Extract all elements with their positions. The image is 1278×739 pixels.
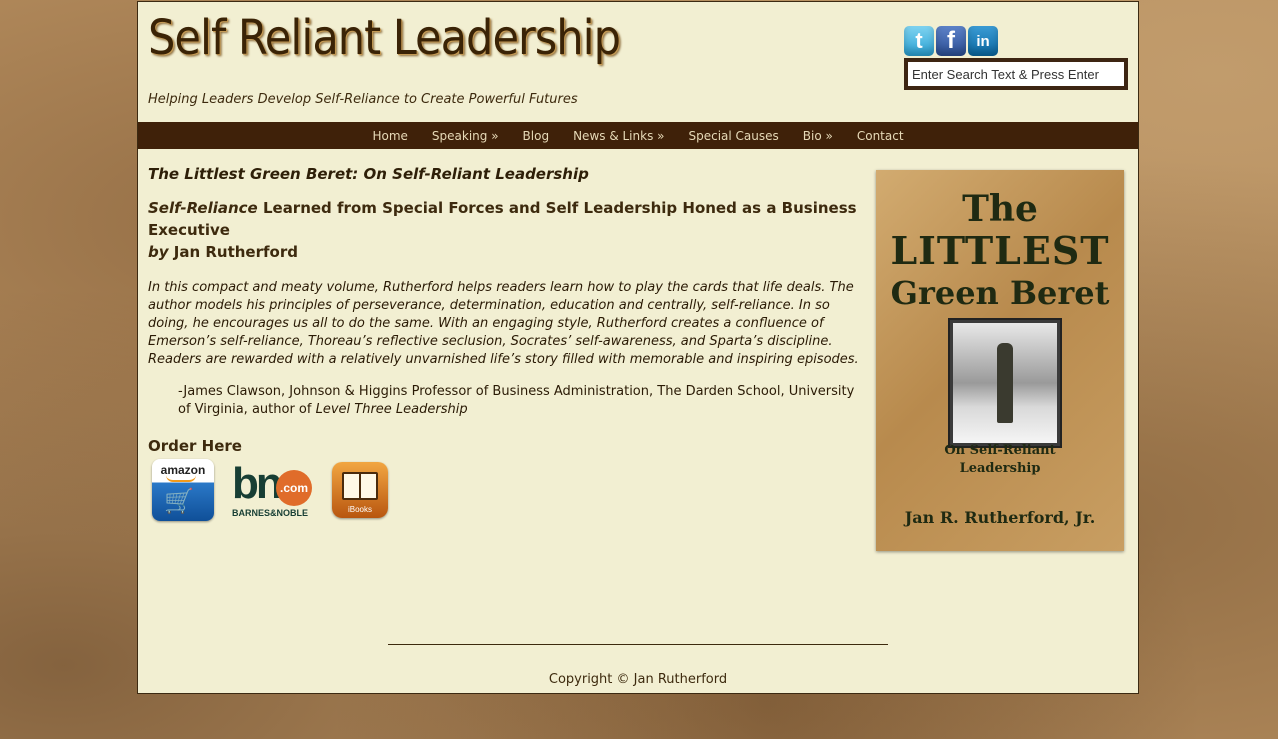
linkedin-icon[interactable]: in <box>968 26 998 56</box>
amazon-smile-icon <box>166 475 196 482</box>
bn-logo-letters: bn <box>232 459 283 508</box>
site-title[interactable]: Self Reliant Leadership <box>148 10 621 66</box>
bn-dotcom-badge: .com <box>276 470 312 506</box>
cover-author: Jan R. Rutherford, Jr. <box>904 508 1096 527</box>
twitter-icon[interactable]: t <box>904 26 934 56</box>
cover-sub-line1: On Self-Reliant <box>944 443 1056 458</box>
copyright-text: Copyright © Jan Rutherford <box>548 672 728 687</box>
book-cover[interactable]: The LITTLEST Green Beret On Self-Reliant… <box>876 170 1124 551</box>
cover-sub-line2: Leadership <box>959 461 1041 476</box>
quote-attribution: -James Clawson, Johnson & Higgins Profes… <box>178 383 860 419</box>
book-icon <box>342 472 378 500</box>
subtitle-italic: Self-Reliance <box>148 199 258 217</box>
nav-item-special-causes[interactable]: Special Causes <box>688 129 778 143</box>
subtitle-by: by <box>148 243 169 261</box>
attribution-text: -James Clawson, Johnson & Higgins Profes… <box>178 384 855 417</box>
bn-name: BARNES&NOBLE <box>232 508 309 518</box>
cover-title-the: The <box>962 188 1038 230</box>
cover-photo <box>950 320 1060 446</box>
cover-subtitle: On Self-Reliant Leadership <box>876 442 1124 478</box>
store-links: amazon 🛒 bn .com BARNES&NOBLE iBooks <box>152 459 388 521</box>
article-subtitle: Self-Reliance Learned from Special Force… <box>148 197 860 263</box>
cover-title-littlest: LITTLEST <box>890 228 1110 273</box>
cart-icon: 🛒 <box>164 487 194 515</box>
amazon-button[interactable]: amazon 🛒 <box>152 459 214 521</box>
barnes-noble-button[interactable]: bn .com BARNES&NOBLE <box>232 460 312 520</box>
nav-item-home[interactable]: Home <box>372 129 407 143</box>
nav-item-contact[interactable]: Contact <box>857 129 904 143</box>
cover-title-green-beret: Green Beret <box>890 274 1110 312</box>
review-quote: In this compact and meaty volume, Ruther… <box>148 280 859 367</box>
main-content: The Littlest Green Beret: On Self-Relian… <box>148 165 860 521</box>
page-container: Self Reliant Leadership Helping Leaders … <box>137 1 1139 694</box>
nav-item-bio[interactable]: Bio » <box>803 129 833 143</box>
site-tagline: Helping Leaders Develop Self-Reliance to… <box>148 92 578 107</box>
nav-item-blog[interactable]: Blog <box>523 129 550 143</box>
attribution-book: Level Three Leadership <box>315 402 468 417</box>
ibooks-button[interactable]: iBooks <box>332 462 388 518</box>
social-links: t f in <box>904 26 998 56</box>
facebook-icon[interactable]: f <box>936 26 966 56</box>
main-nav: Home Speaking » Blog News & Links » Spec… <box>138 122 1138 149</box>
nav-item-speaking[interactable]: Speaking » <box>432 129 499 143</box>
ibooks-label: iBooks <box>347 505 372 514</box>
subtitle-author: Jan Rutherford <box>168 243 298 261</box>
nav-item-news-links[interactable]: News & Links » <box>573 129 664 143</box>
search-input[interactable] <box>904 58 1128 90</box>
order-heading: Order Here <box>148 437 242 455</box>
footer-divider <box>388 644 888 645</box>
article-title: The Littlest Green Beret: On Self-Relian… <box>148 165 589 183</box>
